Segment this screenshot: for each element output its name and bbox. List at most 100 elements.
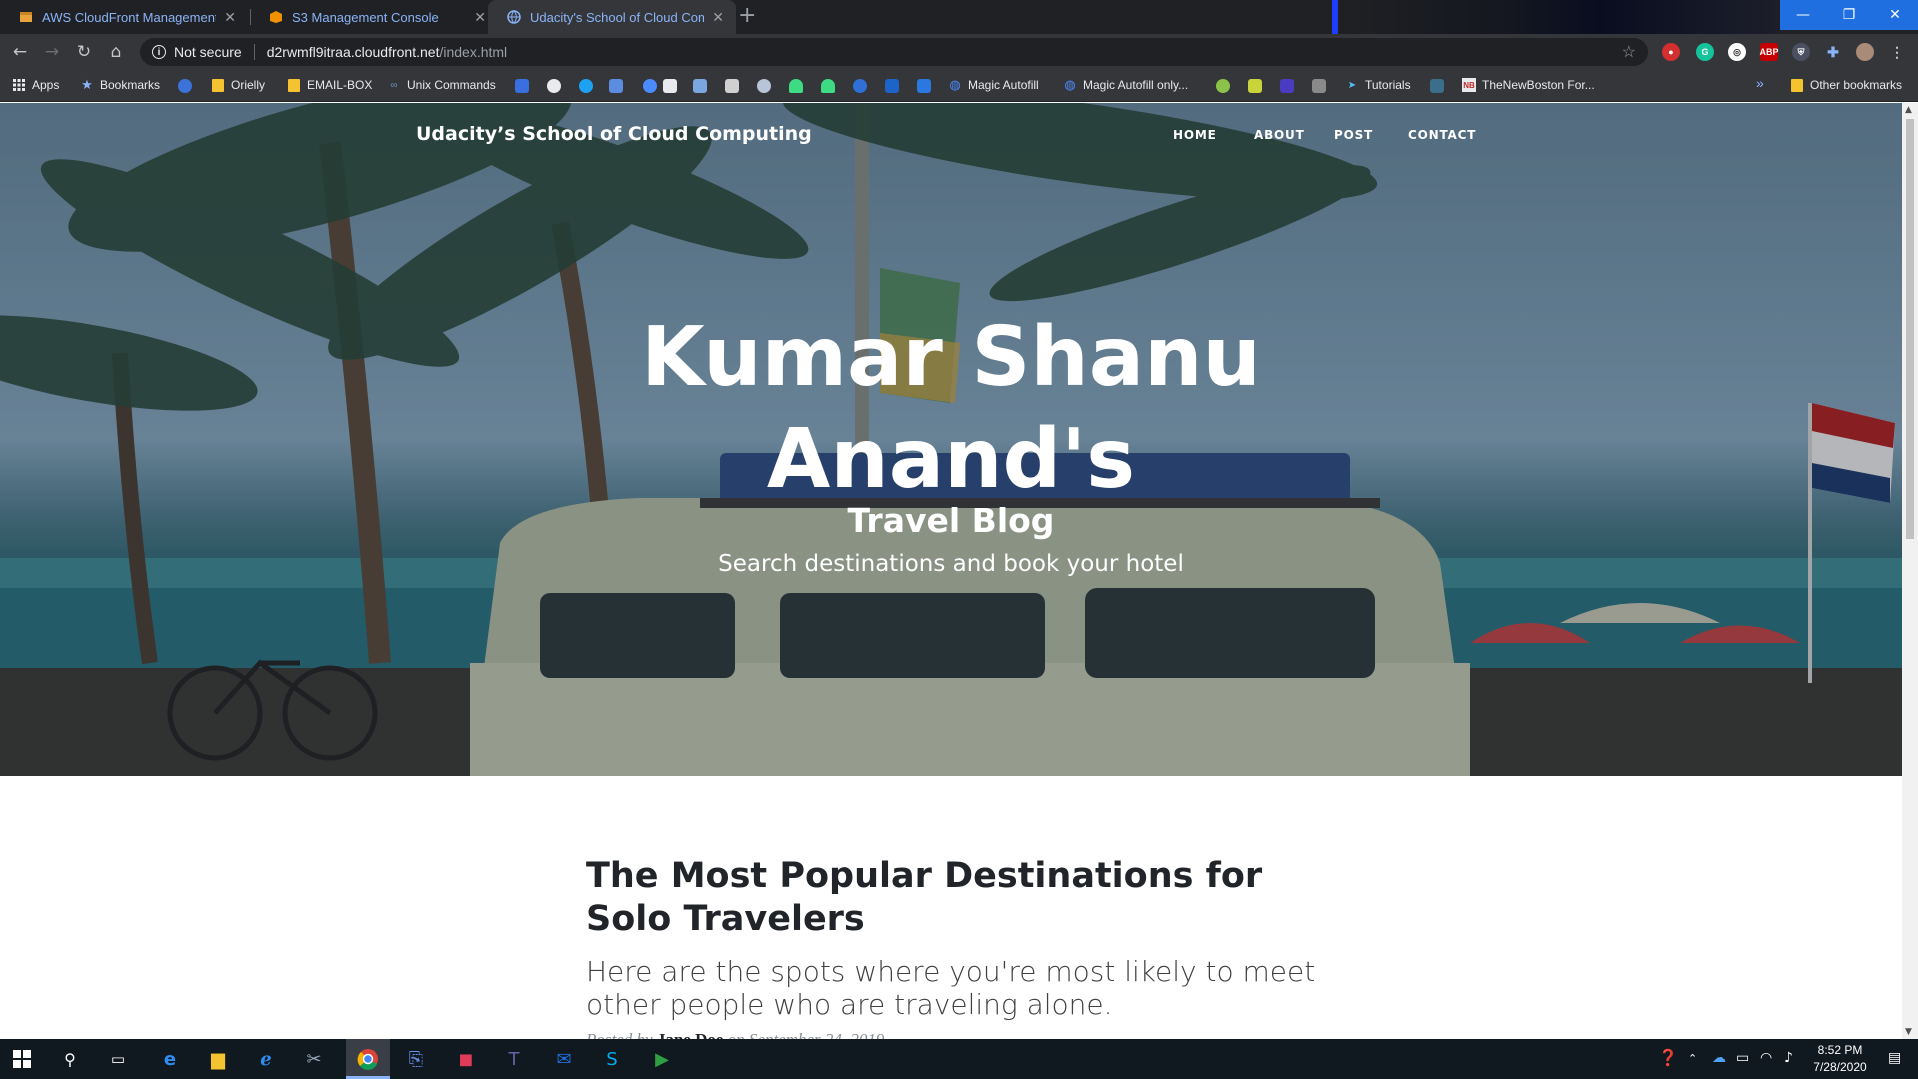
intellij-icon[interactable]: ◼ (452, 1045, 480, 1073)
url-path: /index.html (439, 44, 508, 60)
extensions-puzzle-icon[interactable]: ✚ (1824, 43, 1842, 61)
bookmark-favicon[interactable] (609, 79, 623, 93)
bookmark-favicon[interactable] (885, 79, 899, 93)
bookmark-favicon[interactable] (757, 79, 771, 93)
android-icon[interactable] (789, 79, 803, 93)
post-preview[interactable]: The Most Popular Destinations for Solo T… (586, 855, 1346, 1039)
bookmark-favicon[interactable] (1280, 79, 1294, 93)
bookmark-favicon[interactable] (1216, 79, 1230, 93)
back-arrow-icon[interactable]: ← (8, 40, 32, 64)
outlook-icon[interactable]: ✉ (550, 1045, 578, 1073)
home-icon[interactable]: ⌂ (104, 40, 128, 64)
snipping-tool-icon[interactable]: ✂ (300, 1045, 328, 1073)
bookmark-other[interactable]: Other bookmarks (1790, 78, 1902, 92)
bookmark-email-box[interactable]: EMAIL-BOX (287, 78, 372, 92)
nav-about[interactable]: ABOUT (1254, 128, 1305, 142)
tab-aws-cloudfront[interactable]: AWS CloudFront Management C ✕ (0, 0, 248, 34)
minimize-button[interactable]: — (1780, 0, 1826, 30)
new-tab-button[interactable]: + (738, 3, 756, 28)
restore-button[interactable]: ❐ (1826, 0, 1872, 30)
twitter-icon[interactable] (579, 79, 593, 93)
bookmark-bookmarks[interactable]: ★ Bookmarks (80, 77, 160, 92)
adblock-icon[interactable]: ABP (1760, 43, 1779, 61)
scrollbar-thumb[interactable] (1906, 119, 1914, 539)
bookmark-apps[interactable]: Apps (12, 78, 59, 92)
android-icon[interactable] (821, 79, 835, 93)
close-tab-icon[interactable]: ✕ (224, 9, 236, 26)
bookmark-favicon[interactable] (1312, 79, 1326, 93)
nav-home[interactable]: HOME (1173, 128, 1217, 142)
post-author-link[interactable]: Jane Doe (657, 1030, 724, 1039)
profile-avatar[interactable] (1856, 43, 1874, 61)
post-subtitle[interactable]: Here are the spots where you're most lik… (586, 955, 1346, 1021)
site-navbar: Udacity’s School of Cloud Computing HOME… (0, 103, 1902, 167)
post-meta: Posted by Jane Doe on September 24, 2019 (586, 1030, 884, 1039)
site-brand-link[interactable]: Udacity’s School of Cloud Computing (416, 123, 812, 145)
search-icon[interactable]: ⚲ (56, 1045, 84, 1073)
wifi-icon[interactable]: ◠ (1760, 1050, 1772, 1066)
onedrive-icon[interactable]: ☁ (1712, 1050, 1726, 1066)
hero-subheading: Travel Blog (847, 501, 1055, 540)
bookmark-favicon[interactable] (693, 79, 707, 93)
windows-taskbar: ⚲ ▭ e ▆ ℯ ✂ ⎘ ◼ T ✉ S ▶ ❓ ⌃ ☁ ▭ ◠ ♪ 8:52… (0, 1039, 1918, 1079)
tab-s3-console[interactable]: S3 Management Console ✕ (250, 0, 498, 34)
nav-contact[interactable]: CONTACT (1408, 128, 1476, 142)
internet-explorer-icon[interactable]: ℯ (252, 1045, 280, 1073)
close-window-button[interactable]: ✕ (1872, 0, 1918, 30)
bookmark-magic-autofill[interactable]: ◍ Magic Autofill (948, 77, 1039, 92)
bookmarks-overflow-chevron[interactable]: » (1756, 75, 1764, 91)
bookmark-favicon[interactable] (643, 79, 657, 93)
file-explorer-icon[interactable]: ▆ (204, 1045, 232, 1073)
taskbar-clock[interactable]: 8:52 PM 7/28/2020 (1800, 1042, 1880, 1076)
task-view-icon[interactable]: ▭ (104, 1045, 132, 1073)
bookmark-label: Magic Autofill (968, 78, 1039, 92)
bookmark-unix-commands[interactable]: ∞ Unix Commands (387, 78, 495, 92)
extension-red-icon[interactable]: ● (1662, 43, 1680, 61)
bookmark-favicon[interactable] (917, 79, 931, 93)
skype-icon[interactable]: S (598, 1045, 626, 1073)
info-icon[interactable]: i (152, 45, 166, 59)
extension-tracker-icon[interactable]: ◎ (1728, 43, 1746, 61)
close-tab-icon[interactable]: ✕ (474, 9, 486, 26)
windows-start-icon[interactable] (8, 1045, 36, 1073)
remote-desktop-icon[interactable]: ⎘ (402, 1045, 430, 1073)
volume-icon[interactable]: ♪ (1784, 1050, 1793, 1066)
chrome-icon[interactable] (354, 1045, 382, 1073)
bookmark-tutorials[interactable]: ➤ Tutorials (1345, 78, 1411, 92)
bookmark-orielly[interactable]: Orielly (211, 78, 265, 92)
wikipedia-icon[interactable] (663, 79, 677, 93)
tab-strip-accent (1332, 0, 1338, 34)
page-scrollbar[interactable]: ▲ ▼ (1902, 103, 1918, 1039)
globe-icon (506, 9, 522, 25)
bookmark-favicon[interactable] (178, 79, 192, 93)
nav-post[interactable]: POST (1334, 128, 1373, 142)
notifications-icon[interactable]: ▤ (1888, 1050, 1901, 1066)
close-tab-icon[interactable]: ✕ (712, 9, 724, 26)
scroll-up-arrow-icon[interactable]: ▲ (1905, 105, 1912, 115)
tab-udacity-active[interactable]: Udacity's School of Cloud Comp ✕ (488, 0, 736, 34)
teams-icon[interactable]: T (500, 1045, 528, 1073)
show-hidden-icons-chevron[interactable]: ⌃ (1688, 1052, 1697, 1065)
bookmark-star-icon[interactable]: ☆ (1622, 42, 1636, 62)
help-icon[interactable]: ❓ (1658, 1048, 1678, 1067)
bookmark-favicon[interactable] (1430, 79, 1444, 93)
bookmark-magic-autofill-only[interactable]: ◍ Magic Autofill only... (1063, 77, 1188, 92)
bookmark-favicon[interactable] (853, 79, 867, 93)
kebab-menu-icon[interactable]: ⋮ (1888, 43, 1906, 61)
grammarly-icon[interactable]: G (1696, 43, 1714, 61)
bookmark-favicon[interactable] (725, 79, 739, 93)
shield-icon[interactable]: ⛨ (1792, 43, 1810, 61)
clock-time: 8:52 PM (1817, 1043, 1863, 1057)
address-bar[interactable]: i Not secure d2rwmfl9itraa.cloudfront.ne… (140, 38, 1648, 66)
media-player-icon[interactable]: ▶ (648, 1045, 676, 1073)
reload-icon[interactable]: ↻ (72, 40, 96, 64)
battery-icon[interactable]: ▭ (1736, 1050, 1749, 1066)
post-title[interactable]: The Most Popular Destinations for Solo T… (586, 855, 1346, 941)
forward-arrow-icon[interactable]: → (40, 40, 64, 64)
bookmark-favicon[interactable] (515, 79, 529, 93)
bookmark-thenewboston[interactable]: NB TheNewBoston For... (1462, 78, 1595, 92)
edge-icon[interactable]: e (156, 1045, 184, 1073)
bookmark-favicon[interactable] (547, 79, 561, 93)
bookmark-favicon[interactable] (1248, 79, 1262, 93)
scroll-down-arrow-icon[interactable]: ▼ (1905, 1027, 1912, 1037)
